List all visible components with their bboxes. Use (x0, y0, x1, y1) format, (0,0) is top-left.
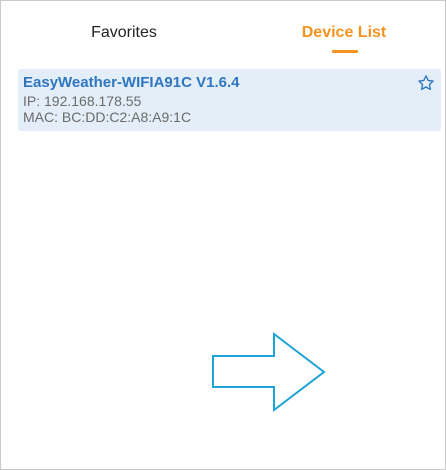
right-arrow-icon (210, 330, 328, 414)
tab-device-list[interactable]: Device List (271, 23, 417, 43)
star-outline-icon[interactable] (417, 74, 435, 92)
device-name: EasyWeather-WIFIA91C V1.6.4 (23, 74, 240, 91)
device-mac: MAC: BC:DD:C2:A8:A9:1C (23, 109, 192, 125)
device-ip: IP: 192.168.178.55 (23, 93, 142, 109)
tab-bar: Favorites Device List (1, 1, 445, 61)
device-list-item[interactable]: EasyWeather-WIFIA91C V1.6.4 IP: 192.168.… (18, 69, 441, 131)
active-tab-indicator (332, 50, 358, 53)
tab-favorites[interactable]: Favorites (51, 23, 197, 43)
